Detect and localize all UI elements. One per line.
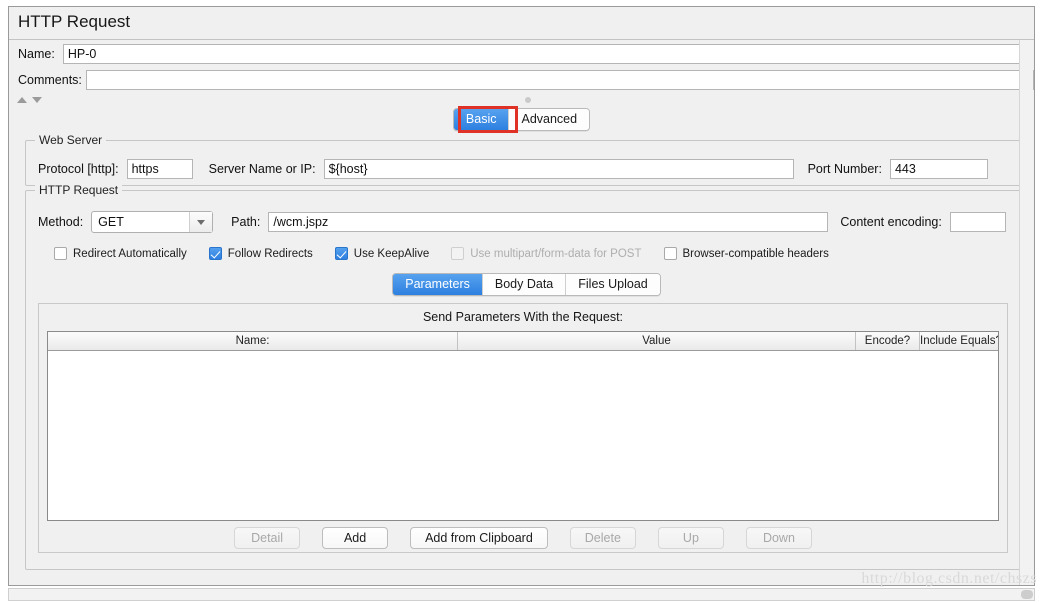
comments-field-row: Comments: [9,69,1034,91]
delete-button: Delete [569,527,636,549]
checkbox-label: Redirect Automatically [73,247,187,260]
tab-files-upload[interactable]: Files Upload [566,274,660,295]
port-number-label: Port Number: [807,162,882,176]
checkbox-item[interactable]: Redirect Automatically [54,247,187,260]
parameters-table-header: Name: Value Encode? Include Equals? [48,332,998,351]
column-header[interactable]: Include Equals? [920,332,998,350]
tab-divider-dot-icon [525,97,531,103]
checkbox-label: Browser-compatible headers [682,247,829,260]
http-request-group-title: HTTP Request [35,183,123,197]
server-name-input[interactable]: ${host} [323,159,794,179]
method-label: Method: [38,215,84,229]
down-button: Down [745,527,812,549]
parameters-panel: Send Parameters With the Request: Name: V… [38,303,1008,553]
vertical-scrollbar[interactable] [1019,40,1033,585]
http-request-group: HTTP Request Method: GET Path: /wcm.jspz… [25,183,1028,570]
horizontal-scrollbar[interactable] [8,588,1035,601]
method-select[interactable]: GET [91,211,214,233]
protocol-label: Protocol [http]: [38,162,119,176]
checkbox-label: Use KeepAlive [353,247,430,260]
horizontal-scrollbar-thumb[interactable] [1021,590,1033,599]
up-button: Up [657,527,724,549]
chevron-down-icon[interactable] [189,212,213,232]
parameters-button-bar: Detail Add Add from Clipboard Delete Up Down [39,527,1007,549]
checkbox-use-multipart-form-data-for-post [451,247,465,260]
checkbox-label: Use multipart/form-data for POST [470,247,642,260]
triangle-down-icon[interactable] [32,96,42,103]
main-tab-bar: Basic Advanced [9,108,1034,131]
web-server-group: Web Server Protocol [http]: https Server… [25,133,1028,186]
detail-button: Detail [234,527,301,549]
checkbox-label: Follow Redirects [227,247,313,260]
web-server-group-title: Web Server [35,133,107,147]
checkbox-item: Use multipart/form-data for POST [451,247,642,260]
method-selected-value: GET [98,215,124,229]
triangle-up-icon[interactable] [17,96,27,103]
checkbox-browser-compatible-headers[interactable] [663,247,677,260]
main-tab-group: Basic Advanced [452,108,591,131]
page-title: HTTP Request [9,7,1034,40]
comments-input[interactable] [85,70,1034,90]
path-label: Path: [231,215,261,229]
column-header[interactable]: Name: [48,332,458,350]
content-encoding-label: Content encoding: [840,215,942,229]
tab-parameters[interactable]: Parameters [393,274,483,295]
http-request-window: HTTP Request Name: HP-0 Comments: Basic … [8,6,1035,586]
name-input[interactable]: HP-0 [62,44,1031,64]
path-input[interactable]: /wcm.jspz [268,212,829,232]
port-number-input[interactable]: 443 [889,159,988,179]
param-tab-bar: Parameters Body Data Files Upload [26,273,1027,296]
checkbox-use-keepalive[interactable] [334,247,348,260]
checkbox-redirect-automatically[interactable] [54,247,67,260]
checkbox-item[interactable]: Browser-compatible headers [663,247,829,260]
collapse-arrows[interactable] [17,93,53,106]
parameters-table[interactable]: Name: Value Encode? Include Equals? [47,331,999,521]
send-parameters-title: Send Parameters With the Request: [422,310,624,324]
request-options-row: Redirect Automatically Follow Redirects Us… [54,247,851,260]
name-label: Name: [18,47,55,61]
checkbox-follow-redirects[interactable] [208,247,222,260]
param-tab-group: Parameters Body Data Files Upload [392,273,661,296]
comments-label: Comments: [18,73,82,87]
tab-basic[interactable]: Basic [453,109,510,130]
add-button[interactable]: Add [322,527,389,549]
web-server-row: Protocol [http]: https Server Name or IP… [38,159,988,179]
name-field-row: Name: HP-0 [9,43,1034,65]
content-encoding-input[interactable] [949,212,1006,232]
checkbox-item[interactable]: Follow Redirects [208,247,313,260]
method-path-row: Method: GET Path: /wcm.jspz Content enco… [38,211,1006,233]
tab-body-data[interactable]: Body Data [482,274,567,295]
server-name-label: Server Name or IP: [208,162,316,176]
protocol-input[interactable]: https [126,159,193,179]
parameters-table-body[interactable] [48,351,998,520]
column-header[interactable]: Value [458,332,856,350]
checkbox-item[interactable]: Use KeepAlive [334,247,430,260]
column-header[interactable]: Encode? [856,332,920,350]
add-from-clipboard-button[interactable]: Add from Clipboard [410,527,548,549]
tab-advanced[interactable]: Advanced [509,109,590,130]
